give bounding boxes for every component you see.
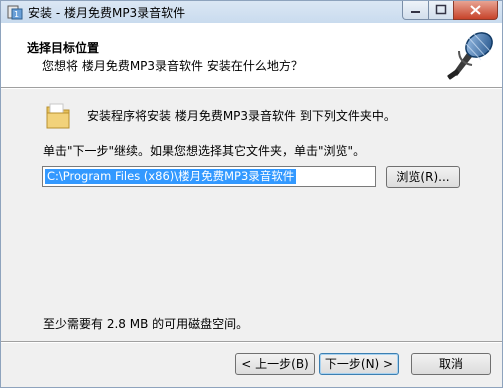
back-button[interactable]: < 上一步(B) [235, 353, 315, 375]
svg-text:1: 1 [14, 10, 19, 19]
close-icon [470, 5, 481, 15]
disk-space-text: 至少需要有 2.8 MB 的可用磁盘空间。 [43, 317, 249, 331]
folder-icon [46, 103, 70, 129]
browse-button[interactable]: 浏览(R)... [386, 166, 460, 188]
install-path-input[interactable]: C:\Program Files (x86)\楼月免费MP3录音软件 [42, 166, 376, 187]
close-button[interactable] [453, 1, 498, 20]
minimize-icon [411, 11, 420, 13]
installer-app-icon: 1 [7, 5, 23, 20]
installer-window: 1 安装 - 楼月免费MP3录音软件 选择目标位置 您想将 楼月免费MP3录音软… [0, 0, 503, 388]
page-title: 选择目标位置 [27, 41, 100, 55]
minimize-button[interactable] [402, 1, 429, 20]
maximize-button[interactable] [428, 1, 454, 20]
window-title: 安装 - 楼月免费MP3录音软件 [28, 6, 186, 20]
title-bar: 1 安装 - 楼月免费MP3录音软件 [1, 1, 502, 23]
wizard-header: 选择目标位置 您想将 楼月免费MP3录音软件 安装在什么地方？ [1, 23, 502, 88]
next-button[interactable]: 下一步(N) > [319, 353, 399, 375]
maximize-icon [435, 4, 447, 15]
microphone-icon [447, 32, 493, 80]
cancel-button[interactable]: 取消 [411, 353, 491, 375]
install-info-text: 安装程序将安装 楼月免费MP3录音软件 到下列文件夹中。 [87, 109, 396, 123]
instruction-text: 单击"下一步"继续。如果您想选择其它文件夹，单击"浏览"。 [43, 144, 366, 158]
install-path-value: C:\Program Files (x86)\楼月免费MP3录音软件 [45, 169, 297, 184]
footer-divider [1, 341, 502, 343]
page-subtitle: 您想将 楼月免费MP3录音软件 安装在什么地方？ [42, 59, 303, 73]
